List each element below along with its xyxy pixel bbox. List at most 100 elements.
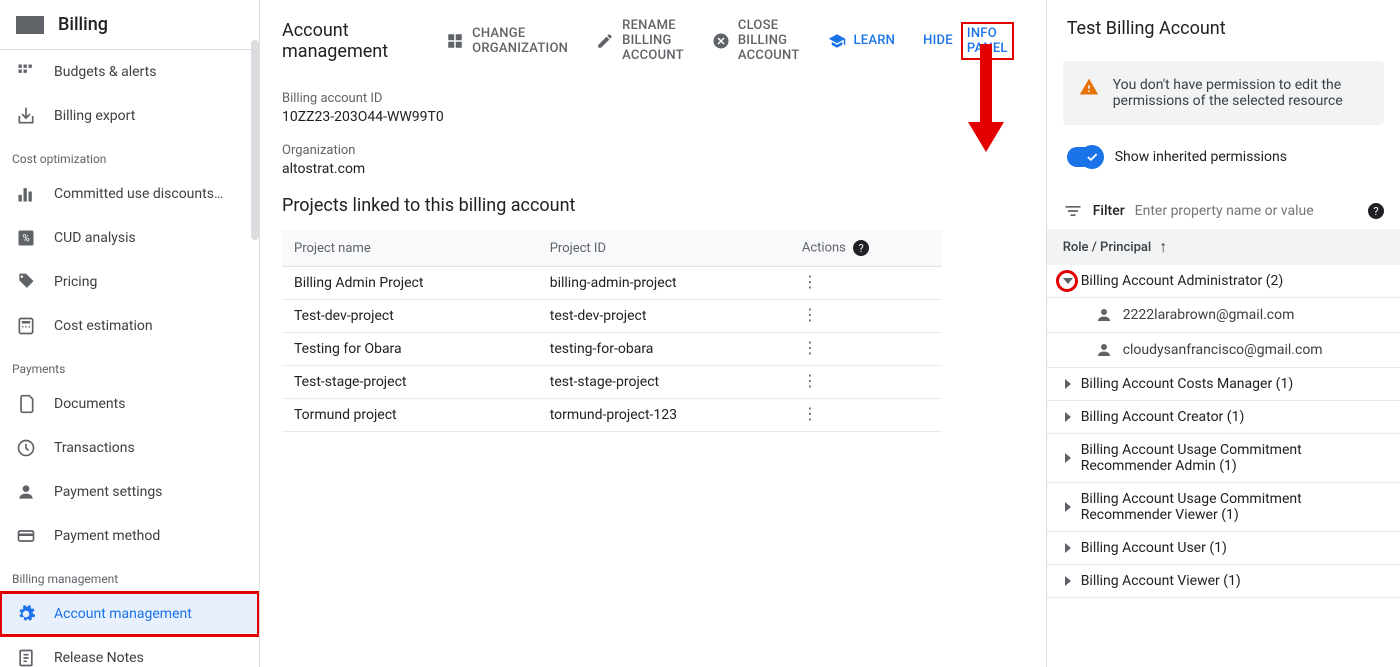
warning-icon [1079,77,1099,109]
sidebar-item-releasenotes[interactable]: Release Notes [0,636,259,667]
learn-button[interactable]: LEARN [818,26,906,56]
project-id: tormund-project-123 [538,399,790,432]
sidebar-item-budgets[interactable]: Budgets & alerts [0,50,259,94]
info-panel: Test Billing Account You don't have perm… [1046,0,1400,667]
sidebar-item-cudanalysis[interactable]: %CUD analysis [0,216,259,260]
notes-icon [16,648,36,667]
section-label: Billing management [0,558,259,592]
role-name: Billing Account Administrator (2) [1081,273,1284,289]
calc-icon [16,316,36,336]
close-circle-icon [712,32,730,50]
role-row[interactable]: Billing Account Usage Commitment Recomme… [1047,434,1400,483]
sidebar-title: Billing [58,14,108,35]
person-icon [16,482,36,502]
role-name: Billing Account Costs Manager (1) [1081,376,1294,392]
content: Account management CHANGE ORGANIZATION R… [260,0,1046,667]
sidebar-item-costest[interactable]: Cost estimation [0,304,259,348]
toggle-label: Show inherited permissions [1115,149,1287,165]
sidebar-item-acctmgmt[interactable]: Account management [0,592,259,636]
expand-icon [1065,453,1071,463]
rename-button[interactable]: RENAME BILLING ACCOUNT [586,12,694,69]
row-actions-menu[interactable]: ⋮ [802,277,818,287]
col-id[interactable]: Project ID [538,230,790,267]
billing-icon [16,16,44,34]
project-id: testing-for-obara [538,333,790,366]
page-title: Account management [282,20,388,62]
person-icon [1095,341,1113,359]
projects-table: Project name Project ID Actions ? Billin… [282,230,942,432]
percent-icon: % [16,228,36,248]
section-label: Cost optimization [0,138,259,172]
sidebar-item-paymethod[interactable]: Payment method [0,514,259,558]
role-member[interactable]: cloudysanfrancisco@gmail.com [1047,333,1400,368]
expand-icon [1065,379,1071,389]
project-name: Test-dev-project [282,300,538,333]
role-row[interactable]: Billing Account Viewer (1) [1047,565,1400,598]
project-name: Testing for Obara [282,333,538,366]
export-icon [16,106,36,126]
svg-text:%: % [22,233,29,244]
org-value: altostrat.com [282,161,1024,177]
expand-icon [1065,543,1071,553]
role-member[interactable]: 2222larabrown@gmail.com [1047,298,1400,333]
check-icon [1085,150,1099,164]
role-name: Billing Account Viewer (1) [1081,573,1241,589]
role-name: Billing Account Creator (1) [1081,409,1245,425]
topbar: Account management CHANGE ORGANIZATION R… [260,0,1046,81]
table-row: Tormund projecttormund-project-123 ⋮ [282,399,942,432]
help-icon[interactable]: ? [853,240,869,256]
expand-icon [1065,412,1071,422]
cud-icon [16,184,36,204]
col-name[interactable]: Project name [282,230,538,267]
pencil-icon [596,32,614,50]
sidebar-item-label: Payment method [54,528,160,544]
sidebar-item-label: Committed use discounts… [54,186,223,202]
permission-warning: You don't have permission to edit the pe… [1063,61,1384,125]
row-actions-menu[interactable]: ⋮ [802,310,818,320]
filter-icon [1063,201,1083,221]
sidebar-item-label: Budgets & alerts [54,64,156,80]
sidebar-item-paysettings[interactable]: Payment settings [0,470,259,514]
org-label: Organization [282,143,1024,158]
sidebar-item-label: Release Notes [54,650,144,666]
close-account-button[interactable]: CLOSE BILLING ACCOUNT [702,12,810,69]
sidebar-item-label: Transactions [54,440,135,456]
sort-arrow-up-icon: ↑ [1159,237,1167,257]
projects-heading: Projects linked to this billing account [282,195,1024,216]
role-row[interactable]: Billing Account Creator (1) [1047,401,1400,434]
sidebar-item-transactions[interactable]: Transactions [0,426,259,470]
sidebar-item-label: Cost estimation [54,318,153,334]
billing-id-label: Billing account ID [282,91,1024,106]
expand-icon [1065,576,1071,586]
col-actions: Actions ? [790,230,942,267]
row-actions-menu[interactable]: ⋮ [802,376,818,386]
sidebar-item-label: Pricing [54,274,97,290]
sidebar-item-export[interactable]: Billing export [0,94,259,138]
filter-input[interactable] [1135,203,1354,219]
project-id: billing-admin-project [538,267,790,300]
row-actions-menu[interactable]: ⋮ [802,409,818,419]
project-name: Tormund project [282,399,538,432]
billing-id-value: 10ZZ23-203O44-WW99T0 [282,109,1024,125]
row-actions-menu[interactable]: ⋮ [802,343,818,353]
org-icon [446,32,464,50]
role-header[interactable]: Role / Principal ↑ [1047,229,1400,265]
annotation-circle [1056,270,1078,292]
filter-help-icon[interactable]: ? [1368,203,1384,219]
project-id: test-stage-project [538,366,790,399]
role-name: Billing Account Usage Commitment Recomme… [1081,442,1384,474]
sidebar-item-pricing[interactable]: Pricing [0,260,259,304]
sidebar-item-label: Account management [54,606,192,622]
role-row[interactable]: Billing Account User (1) [1047,532,1400,565]
change-org-button[interactable]: CHANGE ORGANIZATION [436,20,578,62]
role-row[interactable]: Billing Account Costs Manager (1) [1047,368,1400,401]
role-row[interactable]: Billing Account Administrator (2) [1047,265,1400,298]
sidebar-item-documents[interactable]: Documents [0,382,259,426]
inherited-toggle[interactable] [1067,147,1103,167]
role-row[interactable]: Billing Account Usage Commitment Recomme… [1047,483,1400,532]
sidebar-item-cud[interactable]: Committed use discounts… [0,172,259,216]
sidebar-scrollbar[interactable] [251,40,259,240]
tag-icon [16,272,36,292]
project-name: Billing Admin Project [282,267,538,300]
gear-icon [16,604,36,624]
